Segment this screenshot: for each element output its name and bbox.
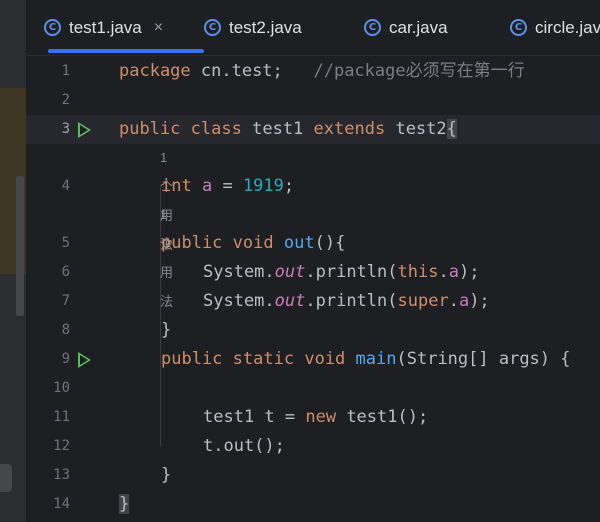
tab-label: circle.java	[535, 17, 600, 37]
line-number: 6	[61, 264, 70, 280]
line-number: 11	[53, 409, 70, 425]
code-text: }	[119, 494, 130, 514]
line-number: 1	[61, 63, 70, 79]
line-number: 7	[61, 293, 70, 309]
tab-test1[interactable]: C test1.java ×	[44, 0, 204, 55]
code-line[interactable]: 11 test1 t = new test1();	[26, 403, 600, 432]
code-line[interactable]: 12 t.out();	[26, 432, 600, 461]
editor-tabs: C test1.java × C test2.java C car.java C…	[26, 0, 600, 56]
project-panel-strip	[0, 0, 26, 522]
code-text: }	[161, 465, 172, 485]
tab-car[interactable]: C car.java	[364, 0, 448, 55]
code-text: }	[161, 320, 172, 340]
tab-label: test1.java	[69, 17, 142, 37]
code-text: System.out.println(super.a);	[203, 291, 490, 311]
line-number: 13	[53, 467, 70, 483]
class-icon: C	[204, 19, 221, 36]
code-text: public class test1 extends test2{	[119, 119, 457, 139]
tab-test2[interactable]: C test2.java	[204, 0, 302, 55]
code-line[interactable]: 9 public static void main(String[] args)…	[26, 345, 600, 374]
code-text: public static void main(String[] args) {	[161, 349, 571, 369]
code-line[interactable]: 1 package cn.test; //package必须写在第一行	[26, 57, 600, 86]
run-icon[interactable]	[78, 122, 91, 138]
code-line[interactable]: 7 System.out.println(super.a);	[26, 287, 600, 316]
tab-circle[interactable]: C circle.java	[510, 0, 600, 55]
class-icon: C	[364, 19, 381, 36]
line-number: 8	[61, 322, 70, 338]
code-line[interactable]: 3 public class test1 extends test2{	[26, 115, 600, 144]
code-text: t.out();	[203, 436, 285, 456]
code-text: test1 t = new test1();	[203, 407, 429, 427]
code-line[interactable]: 14 }	[26, 490, 600, 519]
tab-label: test2.java	[229, 17, 302, 37]
line-number: 5	[61, 235, 70, 251]
line-number: 2	[61, 92, 70, 108]
class-icon: C	[510, 19, 527, 36]
line-number: 10	[53, 380, 70, 396]
line-number: 14	[53, 496, 70, 512]
code-line[interactable]: 5 public void out(){	[26, 229, 600, 258]
code-text: int a = 1919;	[161, 176, 295, 196]
editor[interactable]: 1 package cn.test; //package必须写在第一行 2 3 …	[26, 56, 600, 522]
code-text: public void out(){	[161, 233, 346, 253]
code-line[interactable]: 4 int a = 1919;	[26, 172, 600, 201]
line-number: 12	[53, 438, 70, 454]
code-text: package cn.test; //package必须写在第一行	[119, 61, 525, 81]
code-line[interactable]: 10	[26, 374, 600, 403]
panel-scrollbar[interactable]	[16, 176, 24, 316]
panel-chip	[0, 464, 12, 492]
line-number: 4	[61, 178, 70, 194]
code-line[interactable]: 8 }	[26, 316, 600, 345]
close-icon[interactable]: ×	[154, 19, 163, 37]
line-number: 9	[61, 351, 70, 367]
code-text: System.out.println(this.a);	[203, 262, 480, 282]
code-line[interactable]: 2	[26, 86, 600, 115]
tab-label: car.java	[389, 17, 448, 37]
code-line[interactable]: 6 System.out.println(this.a);	[26, 258, 600, 287]
code-line[interactable]: 13 }	[26, 461, 600, 490]
active-tab-indicator	[48, 49, 204, 53]
run-icon[interactable]	[78, 352, 91, 368]
class-icon: C	[44, 19, 61, 36]
line-number: 3	[61, 121, 70, 137]
